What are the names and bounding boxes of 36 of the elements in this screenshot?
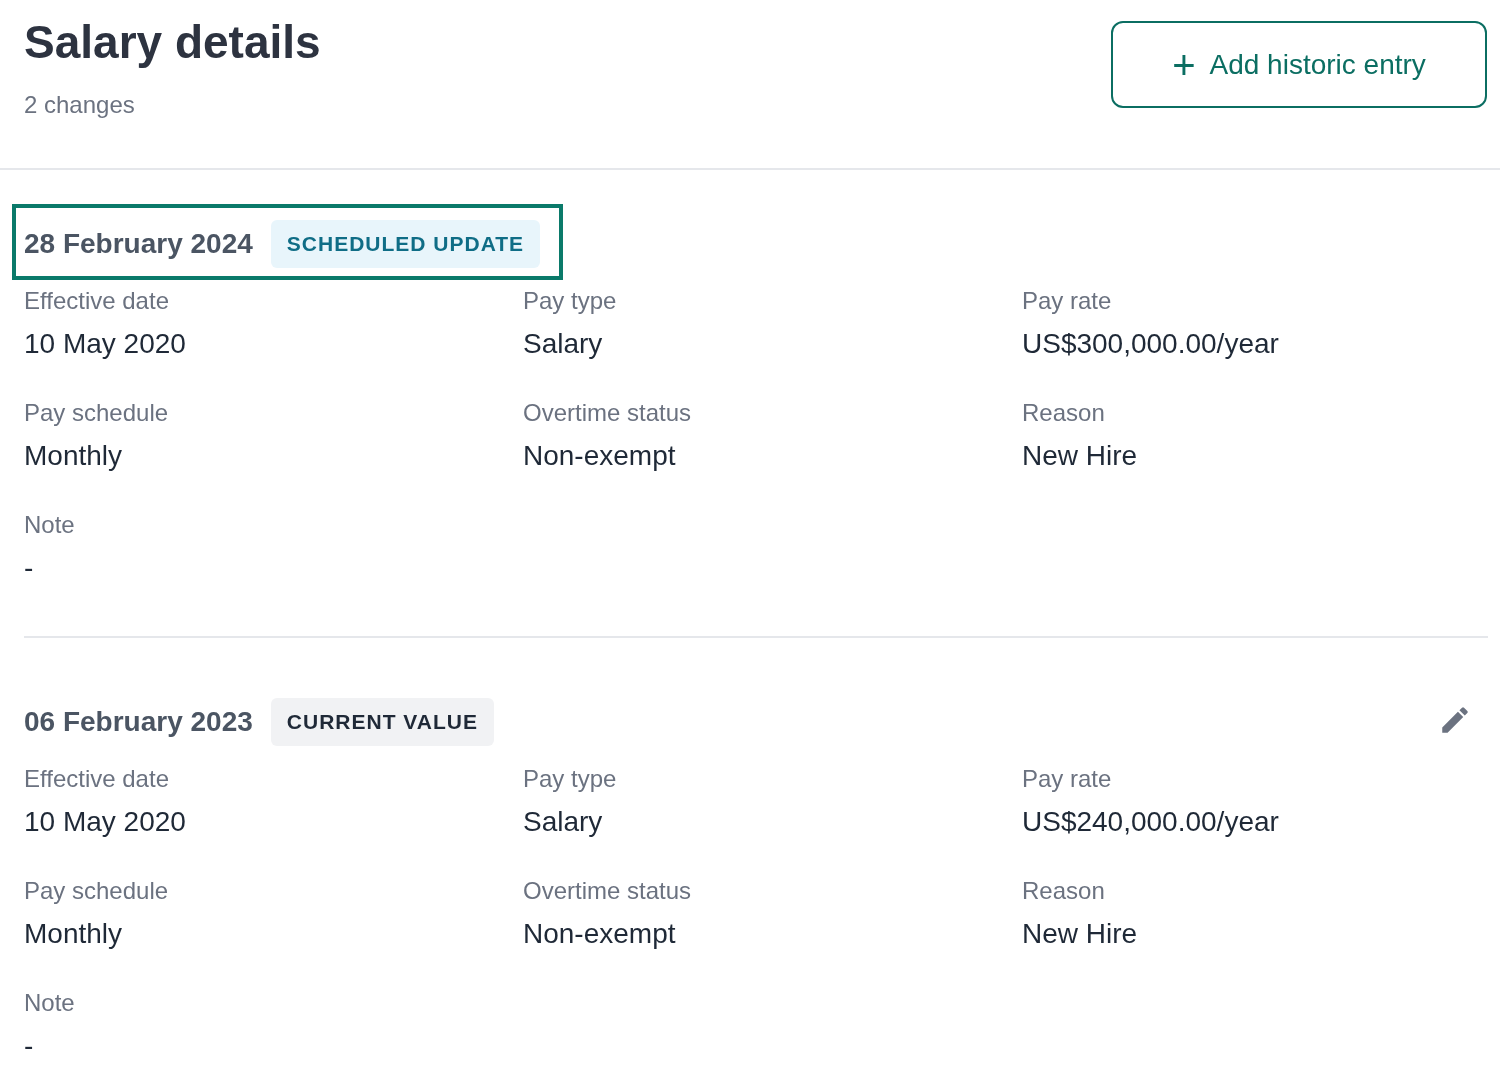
add-historic-entry-button[interactable]: + Add historic entry	[1111, 21, 1487, 108]
change-count: 2 changes	[24, 90, 136, 120]
field-label: Pay rate	[1022, 286, 1113, 316]
field-value: -	[24, 551, 35, 585]
field-label: Pay rate	[1022, 764, 1113, 794]
status-tag: CURRENT VALUE	[270, 698, 494, 746]
field-value: New Hire	[1022, 917, 1139, 951]
field-value: US$240,000.00/year	[1022, 805, 1280, 839]
field-label: Pay type	[523, 286, 618, 316]
field-label: Note	[24, 510, 76, 540]
entry-date: 06 February 2023	[24, 706, 253, 738]
field-label: Overtime status	[523, 398, 693, 428]
entry-date: 28 February 2024	[24, 228, 253, 260]
field-label: Pay schedule	[24, 876, 170, 906]
field-value: Non-exempt	[523, 439, 677, 473]
field-label: Effective date	[24, 286, 170, 316]
page-title: Salary details	[24, 15, 321, 70]
field-value: 10 May 2020	[24, 327, 187, 361]
field-value: US$300,000.00/year	[1022, 327, 1280, 361]
field-label: Note	[24, 988, 76, 1018]
field-value: -	[24, 1029, 35, 1063]
field-label: Pay type	[523, 764, 618, 794]
field-label: Pay schedule	[24, 398, 170, 428]
field-label: Effective date	[24, 764, 170, 794]
field-value: 10 May 2020	[24, 805, 187, 839]
field-value: Non-exempt	[523, 917, 677, 951]
field-value: Salary	[523, 327, 604, 361]
field-label: Reason	[1022, 398, 1106, 428]
plus-icon: +	[1172, 44, 1196, 85]
field-label: Reason	[1022, 876, 1106, 906]
field-label: Overtime status	[523, 876, 693, 906]
field-value: New Hire	[1022, 439, 1139, 473]
field-value: Monthly	[24, 917, 124, 951]
status-tag: SCHEDULED UPDATE	[270, 220, 541, 268]
field-value: Salary	[523, 805, 604, 839]
field-value: Monthly	[24, 439, 124, 473]
